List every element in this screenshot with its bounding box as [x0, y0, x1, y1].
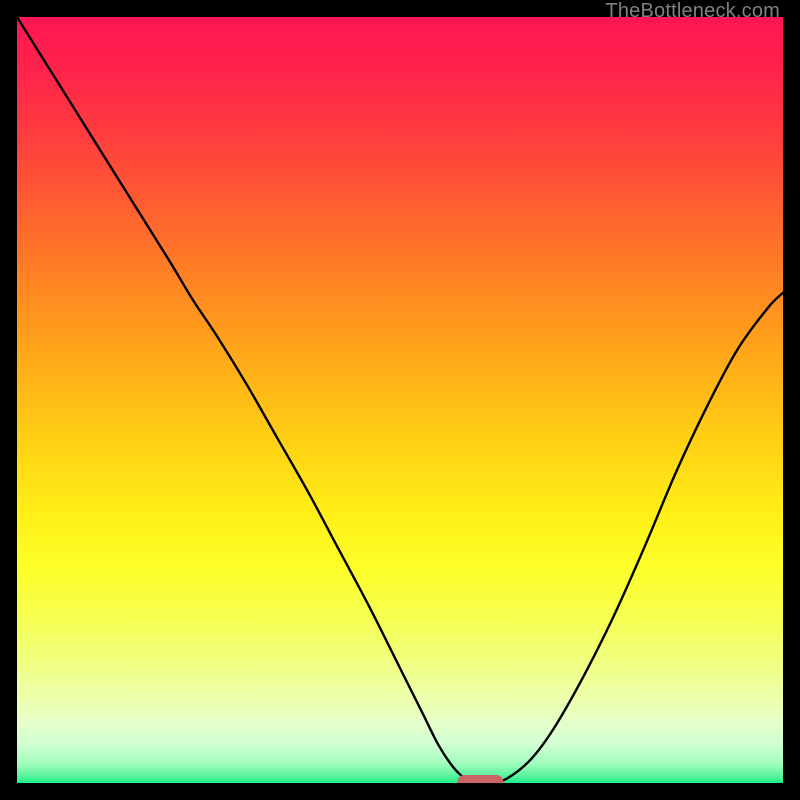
bottleneck-curve: [17, 17, 783, 783]
chart-frame: TheBottleneck.com: [0, 0, 800, 800]
plot-area: [17, 17, 783, 783]
